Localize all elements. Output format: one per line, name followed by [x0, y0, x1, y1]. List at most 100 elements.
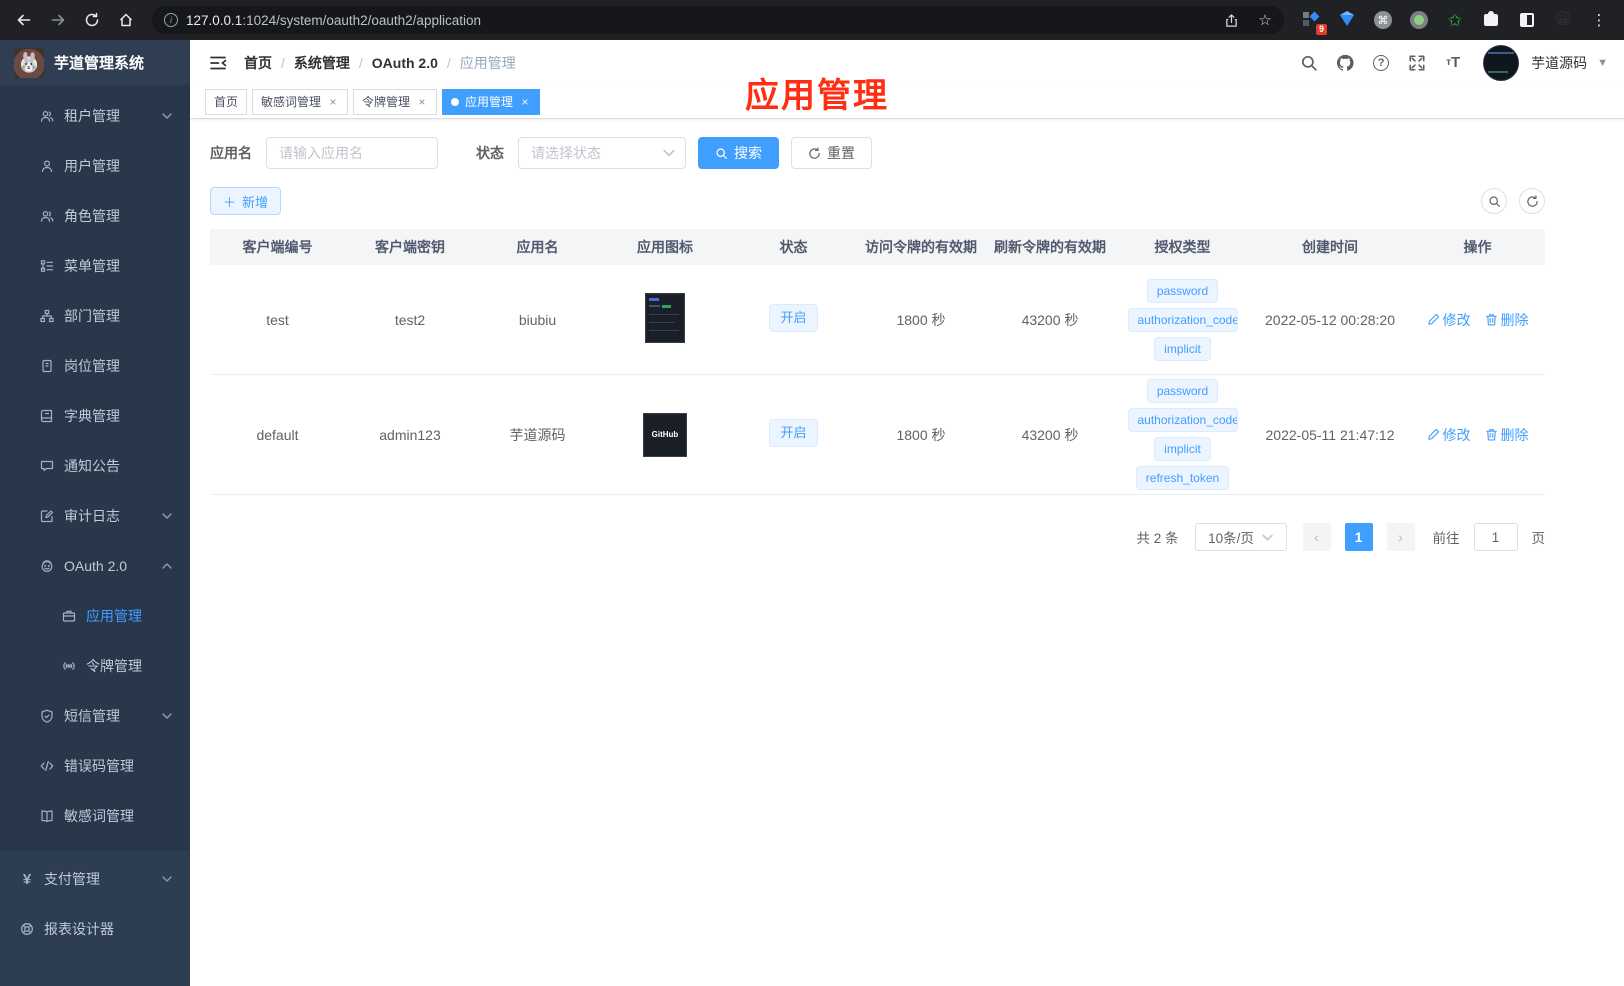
- app-name-input[interactable]: [266, 137, 438, 169]
- client-id: test: [266, 311, 289, 328]
- app-name-label: 应用名: [210, 145, 252, 161]
- create-time: 2022-05-11 21:47:12: [1265, 426, 1395, 443]
- username[interactable]: 芋道源码: [1531, 53, 1587, 73]
- client-secret: admin123: [379, 426, 441, 443]
- breadcrumb-oauth2[interactable]: OAuth 2.0: [372, 55, 438, 71]
- github-icon[interactable]: [1329, 47, 1361, 79]
- extensions-puzzle-icon[interactable]: [1479, 8, 1503, 32]
- sidebar-menu: 租户管理 用户管理 角色管理 菜单管理 部门管理 岗位管理 字典管理 通知公告 …: [0, 85, 190, 849]
- page-number-1[interactable]: 1: [1344, 523, 1373, 551]
- tab-application[interactable]: 应用管理 ×: [442, 88, 541, 115]
- page-header: 首页 / 系统管理 / OAuth 2.0 / 应用管理 ? тT 芋道源码 ▼: [190, 40, 1624, 85]
- refresh-table-button[interactable]: [1519, 188, 1545, 214]
- status-label: 状态: [476, 145, 504, 161]
- applications-table: 客户端编号 客户端密钥 应用名 应用图标 状态 访问令牌的有效期 刷新令牌的有效…: [210, 229, 1545, 495]
- extension-command-icon[interactable]: ⌘: [1371, 8, 1395, 32]
- chevron-down-icon: [663, 147, 675, 159]
- add-button[interactable]: ＋新增: [210, 187, 282, 215]
- tab-home[interactable]: 首页: [205, 88, 248, 115]
- next-page-button[interactable]: ›: [1386, 523, 1415, 551]
- goto-page-input[interactable]: [1473, 523, 1518, 551]
- help-icon[interactable]: ?: [1365, 47, 1397, 79]
- tab-token[interactable]: 令牌管理 ×: [353, 88, 438, 115]
- browser-toolbar: i 127.0.0.1:1024/system/oauth2/oauth2/ap…: [0, 0, 1624, 40]
- sidebar-item-oauth2-token[interactable]: 令牌管理: [0, 641, 190, 691]
- user-menu-caret-icon[interactable]: ▼: [1597, 57, 1608, 69]
- browser-back-button[interactable]: [10, 6, 38, 34]
- url-text: 127.0.0.1:1024/system/oauth2/oauth2/appl…: [186, 12, 481, 28]
- edit-button[interactable]: 修改: [1427, 425, 1471, 445]
- share-icon[interactable]: [1218, 7, 1244, 33]
- delete-button[interactable]: 删除: [1485, 310, 1529, 330]
- profile-emoji-icon[interactable]: 😀: [1551, 8, 1575, 32]
- close-icon[interactable]: ×: [327, 95, 339, 109]
- goto-label: 前往: [1432, 531, 1460, 546]
- extension-recorder-icon[interactable]: [1407, 8, 1431, 32]
- edit-button[interactable]: 修改: [1427, 310, 1471, 330]
- sidebar-item-dict[interactable]: 字典管理: [0, 391, 190, 441]
- sidebar-item-sms[interactable]: 短信管理: [0, 691, 190, 741]
- browser-menu-icon[interactable]: ⋮: [1587, 8, 1611, 32]
- font-size-icon[interactable]: тT: [1437, 47, 1469, 79]
- side-panel-icon[interactable]: [1515, 8, 1539, 32]
- client-id: default: [256, 426, 299, 443]
- tab-sensitive-word[interactable]: 敏感词管理 ×: [252, 88, 349, 115]
- sidebar-item-oauth2-application[interactable]: 应用管理: [0, 591, 190, 641]
- status-badge: 开启: [769, 304, 818, 332]
- sidebar-item-role[interactable]: 角色管理: [0, 191, 190, 241]
- sidebar-item-dept[interactable]: 部门管理: [0, 291, 190, 341]
- sidebar-menu-bottom: ¥ 支付管理 报表设计器: [0, 849, 190, 986]
- sidebar-item-oauth2[interactable]: OAuth 2.0: [0, 541, 190, 591]
- sidebar-item-menu[interactable]: 菜单管理: [0, 241, 190, 291]
- access-token-validity: 1800 秒: [896, 426, 946, 443]
- fullscreen-icon[interactable]: [1401, 47, 1433, 79]
- sidebar-item-notice[interactable]: 通知公告: [0, 441, 190, 491]
- sidebar-item-error-code[interactable]: 错误码管理: [0, 741, 190, 791]
- refresh-token-validity: 43200 秒: [1021, 426, 1079, 443]
- access-token-validity: 1800 秒: [896, 311, 946, 328]
- page-size-select[interactable]: 10条/页: [1194, 523, 1287, 551]
- extension-grid-icon[interactable]: 9: [1299, 8, 1327, 35]
- app-logo[interactable]: 🐰 芋道管理系统: [0, 40, 190, 85]
- extension-star-icon[interactable]: ✩: [1443, 8, 1467, 32]
- table-row: default admin123 芋道源码 GitHub 开启 1800 秒 4…: [210, 375, 1545, 495]
- user-avatar[interactable]: [1483, 44, 1520, 81]
- sidebar-item-post[interactable]: 岗位管理: [0, 341, 190, 391]
- bookmark-star-icon[interactable]: ☆: [1252, 7, 1278, 33]
- sidebar-item-audit-log[interactable]: 审计日志: [0, 491, 190, 541]
- close-icon[interactable]: ×: [416, 95, 428, 109]
- browser-reload-button[interactable]: [78, 6, 106, 34]
- sidebar-item-pay[interactable]: ¥ 支付管理: [0, 854, 190, 904]
- sidebar-item-tenant[interactable]: 租户管理: [0, 91, 190, 141]
- browser-forward-button[interactable]: [44, 6, 72, 34]
- search-button[interactable]: 搜索: [698, 137, 779, 169]
- chevron-up-icon: [162, 561, 172, 571]
- browser-home-button[interactable]: [112, 6, 140, 34]
- breadcrumb-system[interactable]: 系统管理: [294, 53, 350, 73]
- prev-page-button[interactable]: ‹: [1302, 523, 1331, 551]
- reset-button[interactable]: 重置: [791, 137, 872, 169]
- grant-types: password authorization_code implicit: [1121, 278, 1244, 361]
- filter-form: 应用名 状态 请选择状态 搜索 重置: [210, 137, 1624, 169]
- yen-icon: ¥: [22, 870, 32, 888]
- total-count: 共 2 条: [1136, 531, 1179, 546]
- status-select[interactable]: 请选择状态: [518, 137, 686, 169]
- extension-gem-icon[interactable]: [1335, 8, 1359, 32]
- site-info-icon[interactable]: i: [164, 13, 178, 27]
- chevron-down-icon: [1262, 532, 1273, 543]
- close-icon[interactable]: ×: [519, 95, 531, 109]
- delete-button[interactable]: 删除: [1485, 425, 1529, 445]
- sidebar-fold-icon[interactable]: [208, 53, 228, 73]
- sidebar: 🐰 芋道管理系统 租户管理 用户管理 角色管理 菜单管理 部门管理 岗位管理 字…: [0, 40, 190, 986]
- app-title: 芋道管理系统: [54, 55, 145, 72]
- address-bar[interactable]: i 127.0.0.1:1024/system/oauth2/oauth2/ap…: [152, 6, 1284, 34]
- table-header-row: 客户端编号 客户端密钥 应用名 应用图标 状态 访问令牌的有效期 刷新令牌的有效…: [210, 229, 1545, 265]
- extension-badge: 9: [1315, 24, 1327, 35]
- search-icon[interactable]: [1293, 47, 1325, 79]
- sidebar-item-sensitive-word[interactable]: 敏感词管理: [0, 791, 190, 841]
- sidebar-item-user[interactable]: 用户管理: [0, 141, 190, 191]
- app-name: biubiu: [518, 311, 557, 328]
- show-search-button[interactable]: [1481, 188, 1507, 214]
- sidebar-item-report-designer[interactable]: 报表设计器: [0, 904, 190, 954]
- breadcrumb-home[interactable]: 首页: [244, 53, 272, 73]
